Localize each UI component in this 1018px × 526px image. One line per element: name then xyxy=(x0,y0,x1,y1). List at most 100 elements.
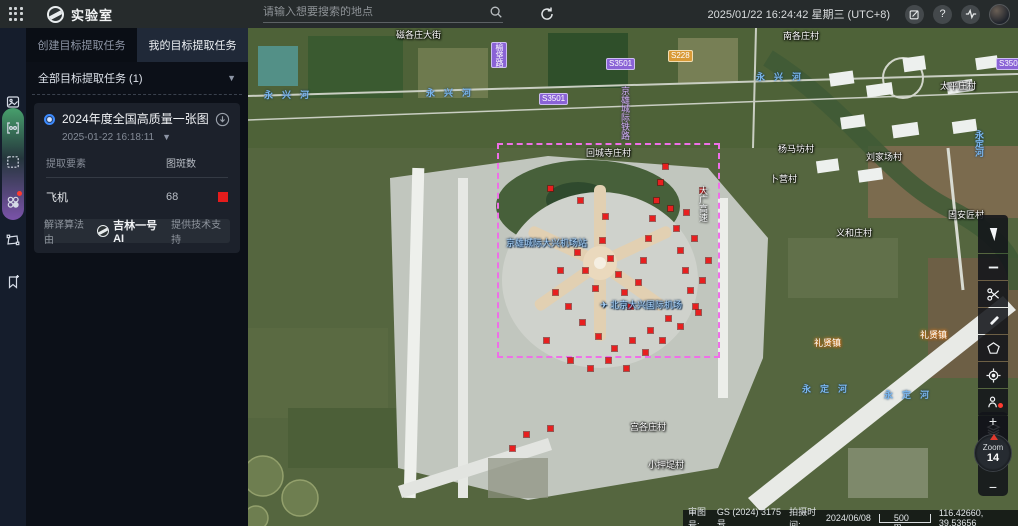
panel-tabs: 创建目标提取任务 我的目标提取任务 xyxy=(26,28,248,62)
task-radio[interactable] xyxy=(44,114,55,125)
tab-create-task[interactable]: 创建目标提取任务 xyxy=(26,28,137,62)
tab-my-tasks[interactable]: 我的目标提取任务 xyxy=(137,28,248,62)
pencil-icon[interactable] xyxy=(978,308,1008,334)
airplane-detection-marker[interactable] xyxy=(608,256,613,261)
region-select-icon[interactable] xyxy=(0,150,26,174)
extraction-bbox[interactable] xyxy=(497,143,720,358)
zoom-in-button[interactable]: + xyxy=(989,414,997,428)
zoom-level: 14 xyxy=(987,452,999,464)
grid-menu-icon[interactable] xyxy=(9,7,23,21)
task-card[interactable]: 2024年度全国高质量一张图 2025-01-22 16:18:11▼ 提取要素… xyxy=(34,103,240,253)
capture-date: 2024/06/08 xyxy=(826,513,871,523)
airplane-detection-marker[interactable] xyxy=(548,426,553,431)
map-label: 太平庄村 xyxy=(940,81,976,91)
minus-icon[interactable] xyxy=(978,254,1008,280)
airplane-detection-marker[interactable] xyxy=(668,206,673,211)
airplane-detection-marker[interactable] xyxy=(568,358,573,363)
zoom-dial[interactable]: Zoom 14 xyxy=(974,434,1012,472)
airplane-detection-marker[interactable] xyxy=(706,258,711,263)
airplane-detection-marker[interactable] xyxy=(544,338,549,343)
search-icon[interactable] xyxy=(489,5,503,19)
download-icon[interactable] xyxy=(215,112,230,127)
result-table: 提取要素 图斑数 飞机 68 xyxy=(46,155,228,205)
polygon-draw-icon[interactable] xyxy=(0,228,26,252)
airplane-detection-marker[interactable] xyxy=(524,432,529,437)
map-label: 回城寺庄村 xyxy=(586,148,631,158)
airplane-detection-marker[interactable] xyxy=(588,366,593,371)
airplane-detection-marker[interactable] xyxy=(636,280,641,285)
airplane-detection-marker[interactable] xyxy=(646,236,651,241)
map-label: 永兴河 xyxy=(426,88,480,98)
help-icon[interactable]: ? xyxy=(933,5,952,24)
airplane-detection-marker[interactable] xyxy=(650,216,655,221)
airplane-detection-marker[interactable] xyxy=(648,328,653,333)
image-layers-icon[interactable] xyxy=(0,90,26,114)
airplane-detection-marker[interactable] xyxy=(692,236,697,241)
airplane-detection-marker[interactable] xyxy=(688,288,693,293)
airplane-detection-marker[interactable] xyxy=(578,198,583,203)
search-bar[interactable] xyxy=(263,5,503,23)
map-label: 永定河 xyxy=(884,390,938,400)
map-label: 永兴河 xyxy=(756,72,810,82)
airplane-detection-marker[interactable] xyxy=(663,164,668,169)
activity-icon[interactable] xyxy=(961,5,980,24)
airplane-detection-marker[interactable] xyxy=(666,316,671,321)
logo-jilin1-icon[interactable] xyxy=(47,6,64,23)
swipe-compare-icon[interactable] xyxy=(0,116,26,140)
locate-icon[interactable] xyxy=(978,362,1008,388)
airplane-detection-marker[interactable] xyxy=(683,268,688,273)
airplane-detection-marker[interactable] xyxy=(678,324,683,329)
airplane-detection-marker[interactable] xyxy=(696,310,701,315)
airplane-detection-marker[interactable] xyxy=(580,320,585,325)
zoom-control: + Zoom 14 − xyxy=(978,412,1008,496)
airplane-detection-marker[interactable] xyxy=(553,290,558,295)
polygon-icon[interactable] xyxy=(978,335,1008,361)
app-title: 实验室 xyxy=(71,5,113,24)
map-canvas[interactable]: 磁各庄大街南各庄村榆垡路S3501S3501S3501S228永兴河永兴河永兴河… xyxy=(248,28,1018,526)
task-datetime[interactable]: 2025-01-22 16:18:11▼ xyxy=(62,132,230,143)
airplane-detection-marker[interactable] xyxy=(606,358,611,363)
airplane-detection-marker[interactable] xyxy=(616,272,621,277)
swipe-wedge-icon[interactable] xyxy=(978,215,1008,253)
airplane-detection-marker[interactable] xyxy=(566,304,571,309)
airplane-detection-marker[interactable] xyxy=(612,346,617,351)
map-label: 永定河 xyxy=(974,130,984,157)
airplane-detection-marker[interactable] xyxy=(600,238,605,243)
airplane-detection-marker[interactable] xyxy=(624,366,629,371)
search-input[interactable] xyxy=(263,6,483,18)
map-label: ✈ 北京大兴国际机场 xyxy=(600,300,682,310)
airplane-detection-marker[interactable] xyxy=(700,278,705,283)
task-panel: 创建目标提取任务 我的目标提取任务 全部目标提取任务 (1) ▼ 2024年度全… xyxy=(26,28,248,526)
airplane-detection-marker[interactable] xyxy=(583,268,588,273)
airplane-detection-marker[interactable] xyxy=(630,338,635,343)
airplane-detection-marker[interactable] xyxy=(658,180,663,185)
airplane-detection-marker[interactable] xyxy=(660,338,665,343)
avatar[interactable] xyxy=(989,4,1010,25)
target-cluster-icon[interactable] xyxy=(0,190,26,214)
airplane-detection-marker[interactable] xyxy=(593,286,598,291)
airplane-detection-marker[interactable] xyxy=(654,198,659,203)
airplane-detection-marker[interactable] xyxy=(596,334,601,339)
table-row[interactable]: 飞机 68 xyxy=(46,178,228,205)
airplane-detection-marker[interactable] xyxy=(622,290,627,295)
airplane-detection-marker[interactable] xyxy=(674,226,679,231)
refresh-icon[interactable] xyxy=(539,6,555,22)
airplane-detection-marker[interactable] xyxy=(693,304,698,309)
airplane-detection-marker[interactable] xyxy=(678,248,683,253)
airplane-detection-marker[interactable] xyxy=(558,268,563,273)
task-title: 2024年度全国高质量一张图 xyxy=(62,112,215,127)
airplane-detection-marker[interactable] xyxy=(548,186,553,191)
airplane-detection-marker[interactable] xyxy=(575,250,580,255)
map-label: 义和庄村 xyxy=(836,228,872,238)
scissors-icon[interactable] xyxy=(978,281,1008,307)
zoom-out-button[interactable]: − xyxy=(989,480,997,494)
airplane-detection-marker[interactable] xyxy=(641,258,646,263)
bookmark-add-icon[interactable] xyxy=(0,270,26,294)
edit-note-icon[interactable] xyxy=(905,5,924,24)
statusbar: 审图号: GS (2024) 3175号 拍摄时间: 2024/06/08 50… xyxy=(683,510,1018,526)
task-filter-dropdown[interactable]: 全部目标提取任务 (1) ▼ xyxy=(26,62,248,94)
airplane-detection-marker[interactable] xyxy=(603,214,608,219)
airplane-detection-marker[interactable] xyxy=(510,446,515,451)
airplane-detection-marker[interactable] xyxy=(643,350,648,355)
airplane-detection-marker[interactable] xyxy=(684,210,689,215)
